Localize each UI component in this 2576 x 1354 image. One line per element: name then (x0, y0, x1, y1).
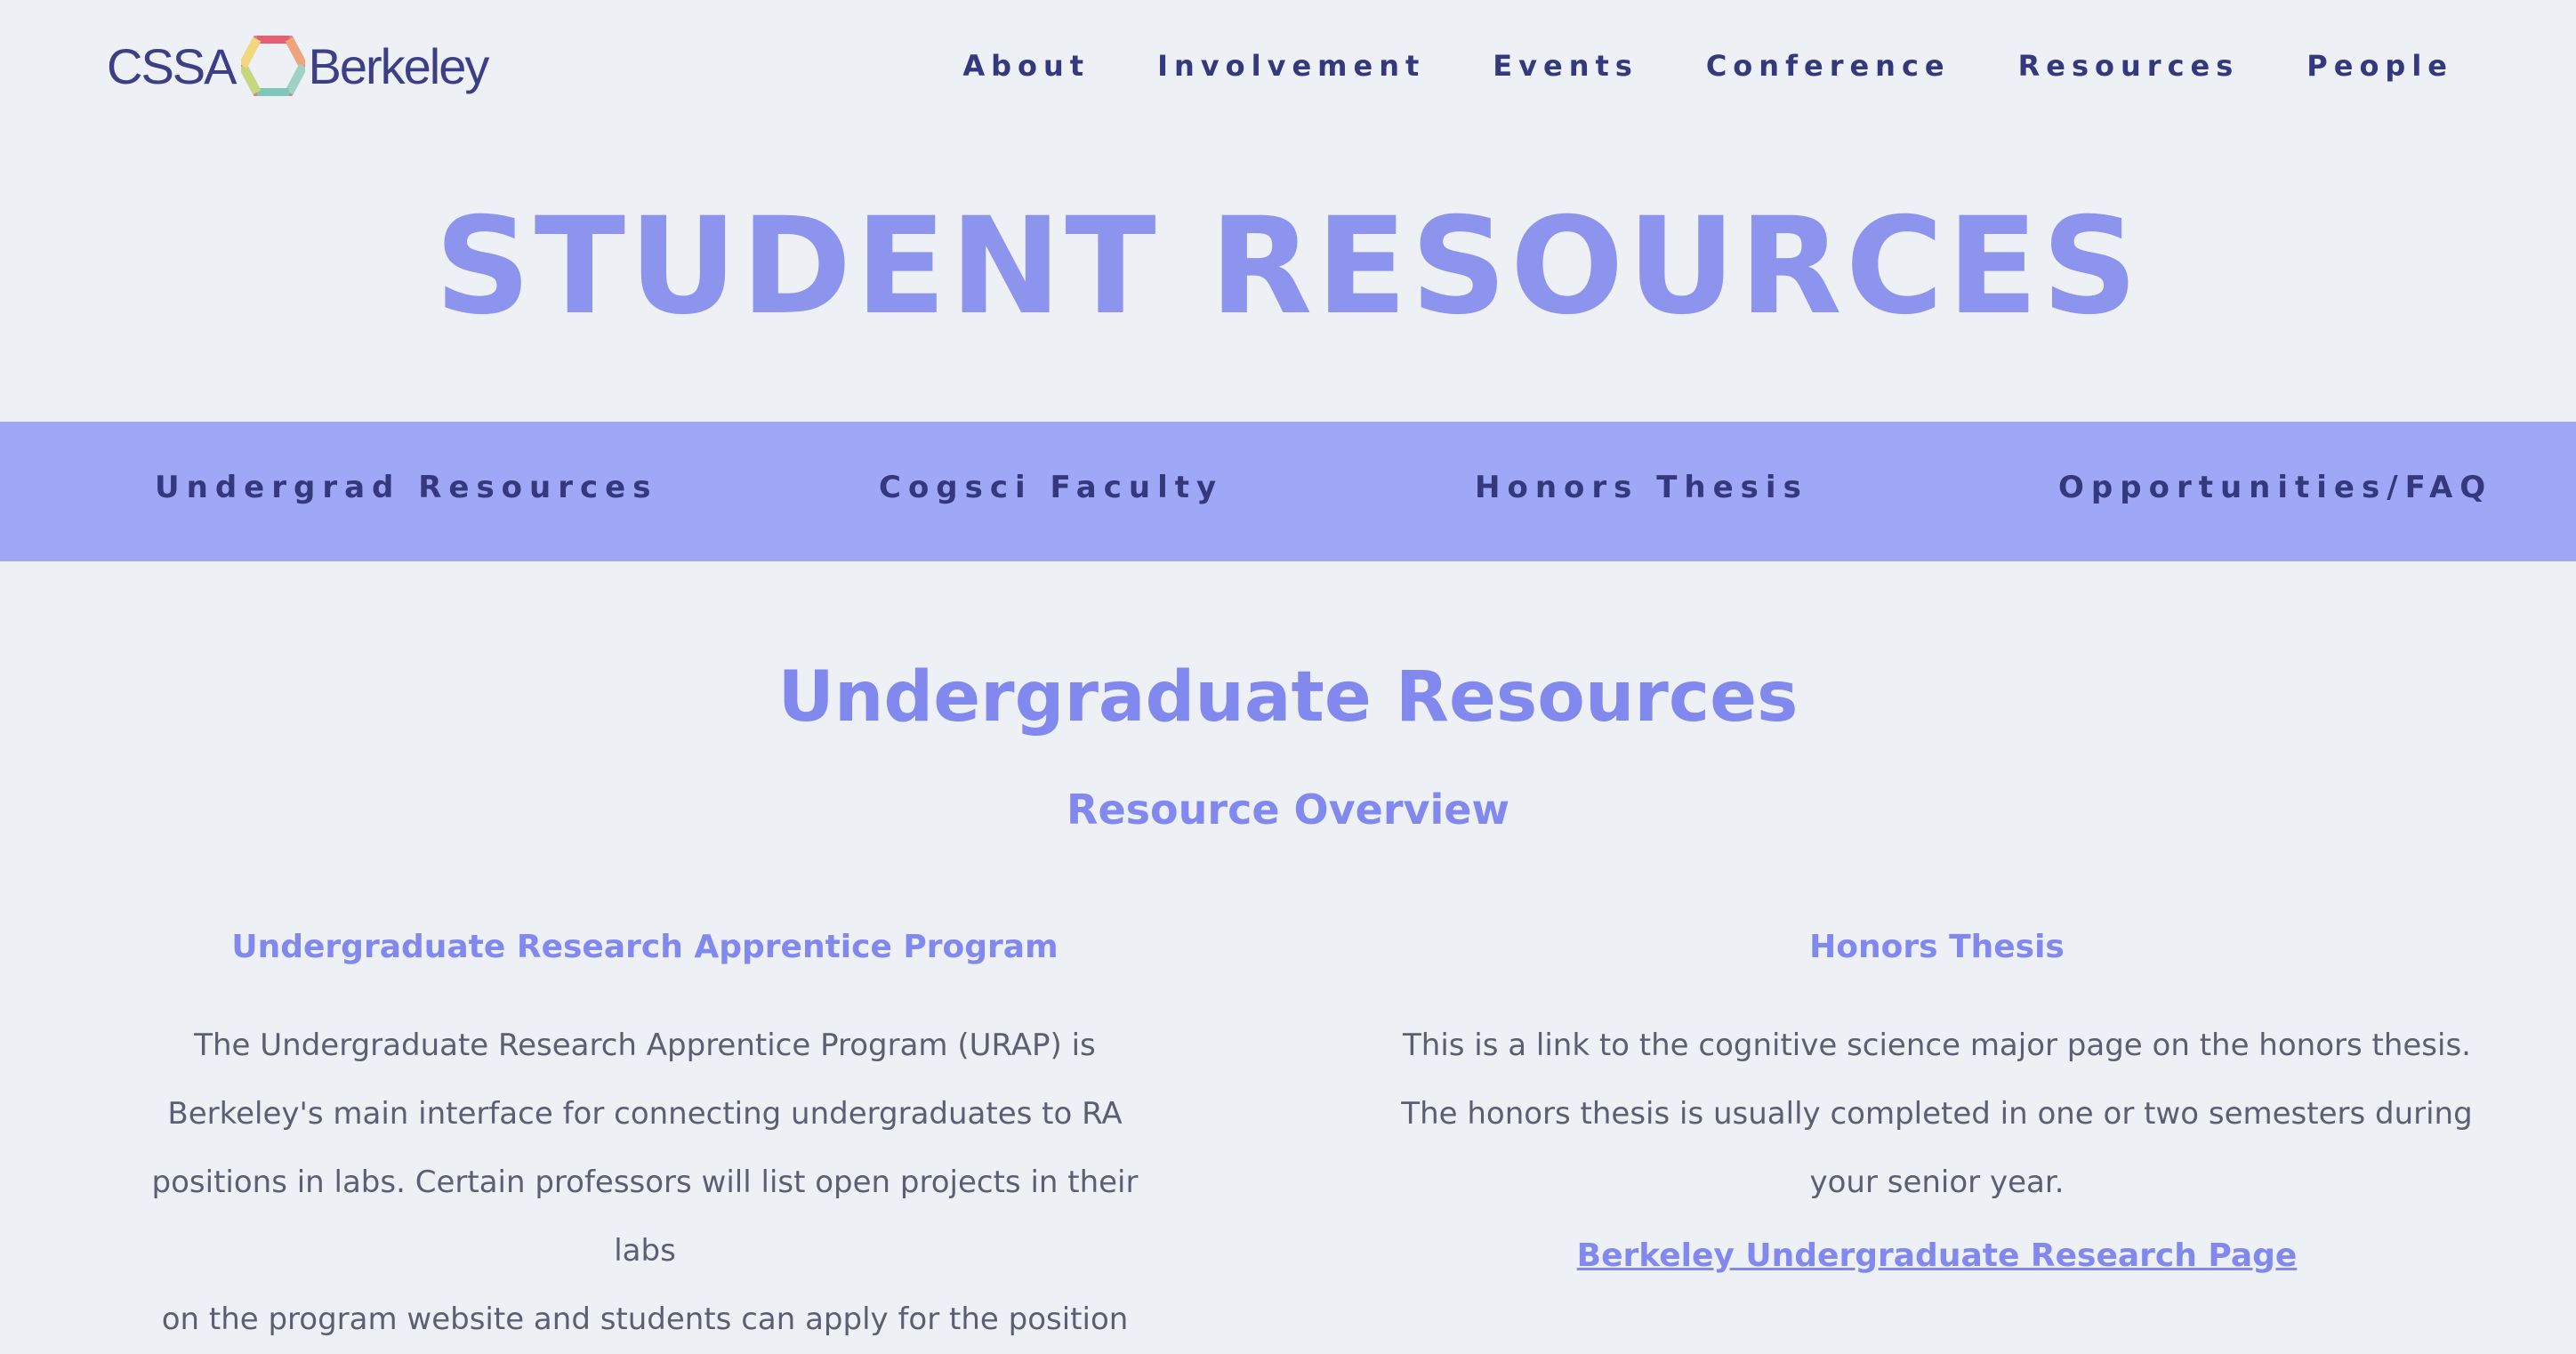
hexagon-logo-icon (240, 36, 305, 96)
nav-about[interactable]: About (962, 49, 1090, 83)
subnav-honors-thesis[interactable]: Honors Thesis (1475, 470, 1808, 505)
logo-text-cssa: CSSA (107, 37, 237, 94)
nav-people[interactable]: People (2306, 49, 2453, 83)
honors-thesis-line: The honors thesis is usually completed i… (1401, 1096, 2473, 1132)
logo-text-berkeley: Berkeley (308, 37, 490, 94)
nav-events[interactable]: Events (1493, 49, 1638, 83)
honors-thesis-heading: Honors Thesis (1809, 929, 2065, 965)
subnav-cogsci-faculty[interactable]: Cogsci Faculty (879, 470, 1223, 505)
urap-heading: Undergraduate Research Apprentice Progra… (231, 929, 1059, 965)
section-subtitle: Resource Overview (1067, 786, 1509, 834)
site-header: CSSA Berkeley About Involvement Events C… (0, 0, 2576, 133)
berkeley-research-link[interactable]: Berkeley Undergraduate Research Page (1397, 1229, 2477, 1283)
resources-subnav: Undergrad Resources Cogsci Faculty Honor… (0, 422, 2576, 561)
honors-thesis-column: Honors Thesis This is a link to the cogn… (1397, 921, 2477, 1283)
section-title: Undergraduate Resources (777, 657, 1799, 737)
urap-line: Berkeley's main interface for connecting… (167, 1096, 1123, 1132)
nav-involvement[interactable]: Involvement (1157, 49, 1425, 83)
urap-line: on the program website and students can … (161, 1302, 1129, 1337)
site-logo[interactable]: CSSA Berkeley (107, 34, 490, 98)
nav-conference[interactable]: Conference (1706, 49, 1951, 83)
page-title: STUDENT RESOURCES (434, 189, 2142, 344)
nav-resources[interactable]: Resources (2018, 49, 2240, 83)
main-nav: About Involvement Events Conference Reso… (962, 44, 2453, 87)
urap-line: The Undergraduate Research Apprentice Pr… (194, 1028, 1096, 1063)
subnav-undergrad-resources[interactable]: Undergrad Resources (155, 470, 657, 505)
subnav-opportunities-faq[interactable]: Opportunities/FAQ (2058, 470, 2492, 505)
honors-thesis-line: This is a link to the cognitive science … (1403, 1028, 2471, 1063)
honors-thesis-line: your senior year. (1809, 1165, 2065, 1200)
urap-column: Undergraduate Research Apprentice Progra… (133, 921, 1156, 1354)
urap-line: positions in labs. Certain professors wi… (151, 1165, 1139, 1269)
